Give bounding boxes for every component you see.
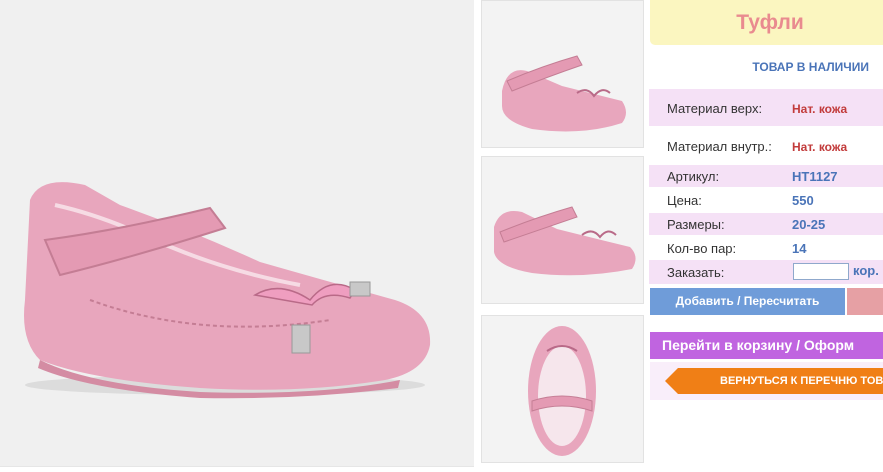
spec-row-price: Цена: 550 — [649, 189, 883, 211]
spec-row-sizes: Размеры: 20-25 — [649, 213, 883, 235]
spec-value: Нат. кожа — [792, 102, 848, 116]
back-area: ВЕРНУТЬСЯ К ПЕРЕЧНЮ ТОВ — [650, 362, 883, 400]
spec-value: НТ1127 — [792, 169, 838, 184]
quantity-input[interactable] — [793, 263, 849, 280]
product-info-panel: Туфли ТОВАР В НАЛИЧИИ Материал верх: Нат… — [649, 0, 883, 472]
back-to-list-button[interactable]: ВЕРНУТЬСЯ К ПЕРЕЧНЮ ТОВ — [665, 368, 883, 394]
order-label: Заказать: — [667, 265, 725, 280]
product-title: Туфли — [650, 0, 883, 45]
spec-row-material-top: Материал верх: Нат. кожа — [649, 89, 883, 126]
spec-value: 550 — [792, 193, 814, 208]
spec-label: Кол-во пар: — [667, 241, 737, 256]
stock-status: ТОВАР В НАЛИЧИИ — [752, 60, 869, 74]
spec-label: Цена: — [667, 193, 702, 208]
order-row: Заказать: кор. — [649, 260, 883, 284]
thumbnail-1[interactable] — [481, 0, 644, 148]
cart-link[interactable]: кор. — [853, 263, 879, 278]
spec-row-pairs: Кол-во пар: 14 — [649, 237, 883, 259]
spec-label: Материал внутр.: — [667, 139, 772, 154]
spec-label: Артикул: — [667, 169, 720, 184]
spec-value: Нат. кожа — [792, 140, 848, 154]
spec-label: Материал верх: — [667, 101, 763, 116]
secondary-action-button[interactable] — [847, 288, 883, 315]
thumbnail-2[interactable] — [481, 156, 644, 304]
spec-row-material-inner: Материал внутр.: Нат. кожа — [649, 128, 883, 163]
spec-label: Размеры: — [667, 217, 725, 232]
spec-value: 20-25 — [792, 217, 826, 232]
go-to-cart-button[interactable]: Перейти в корзину / Оформ — [650, 332, 883, 359]
add-recalculate-button[interactable]: Добавить / Пересчитать — [650, 288, 845, 315]
spec-value: 14 — [792, 241, 807, 256]
main-product-image — [0, 0, 474, 467]
thumbnail-3[interactable] — [481, 315, 644, 463]
spec-row-article: Артикул: НТ1127 — [649, 165, 883, 187]
